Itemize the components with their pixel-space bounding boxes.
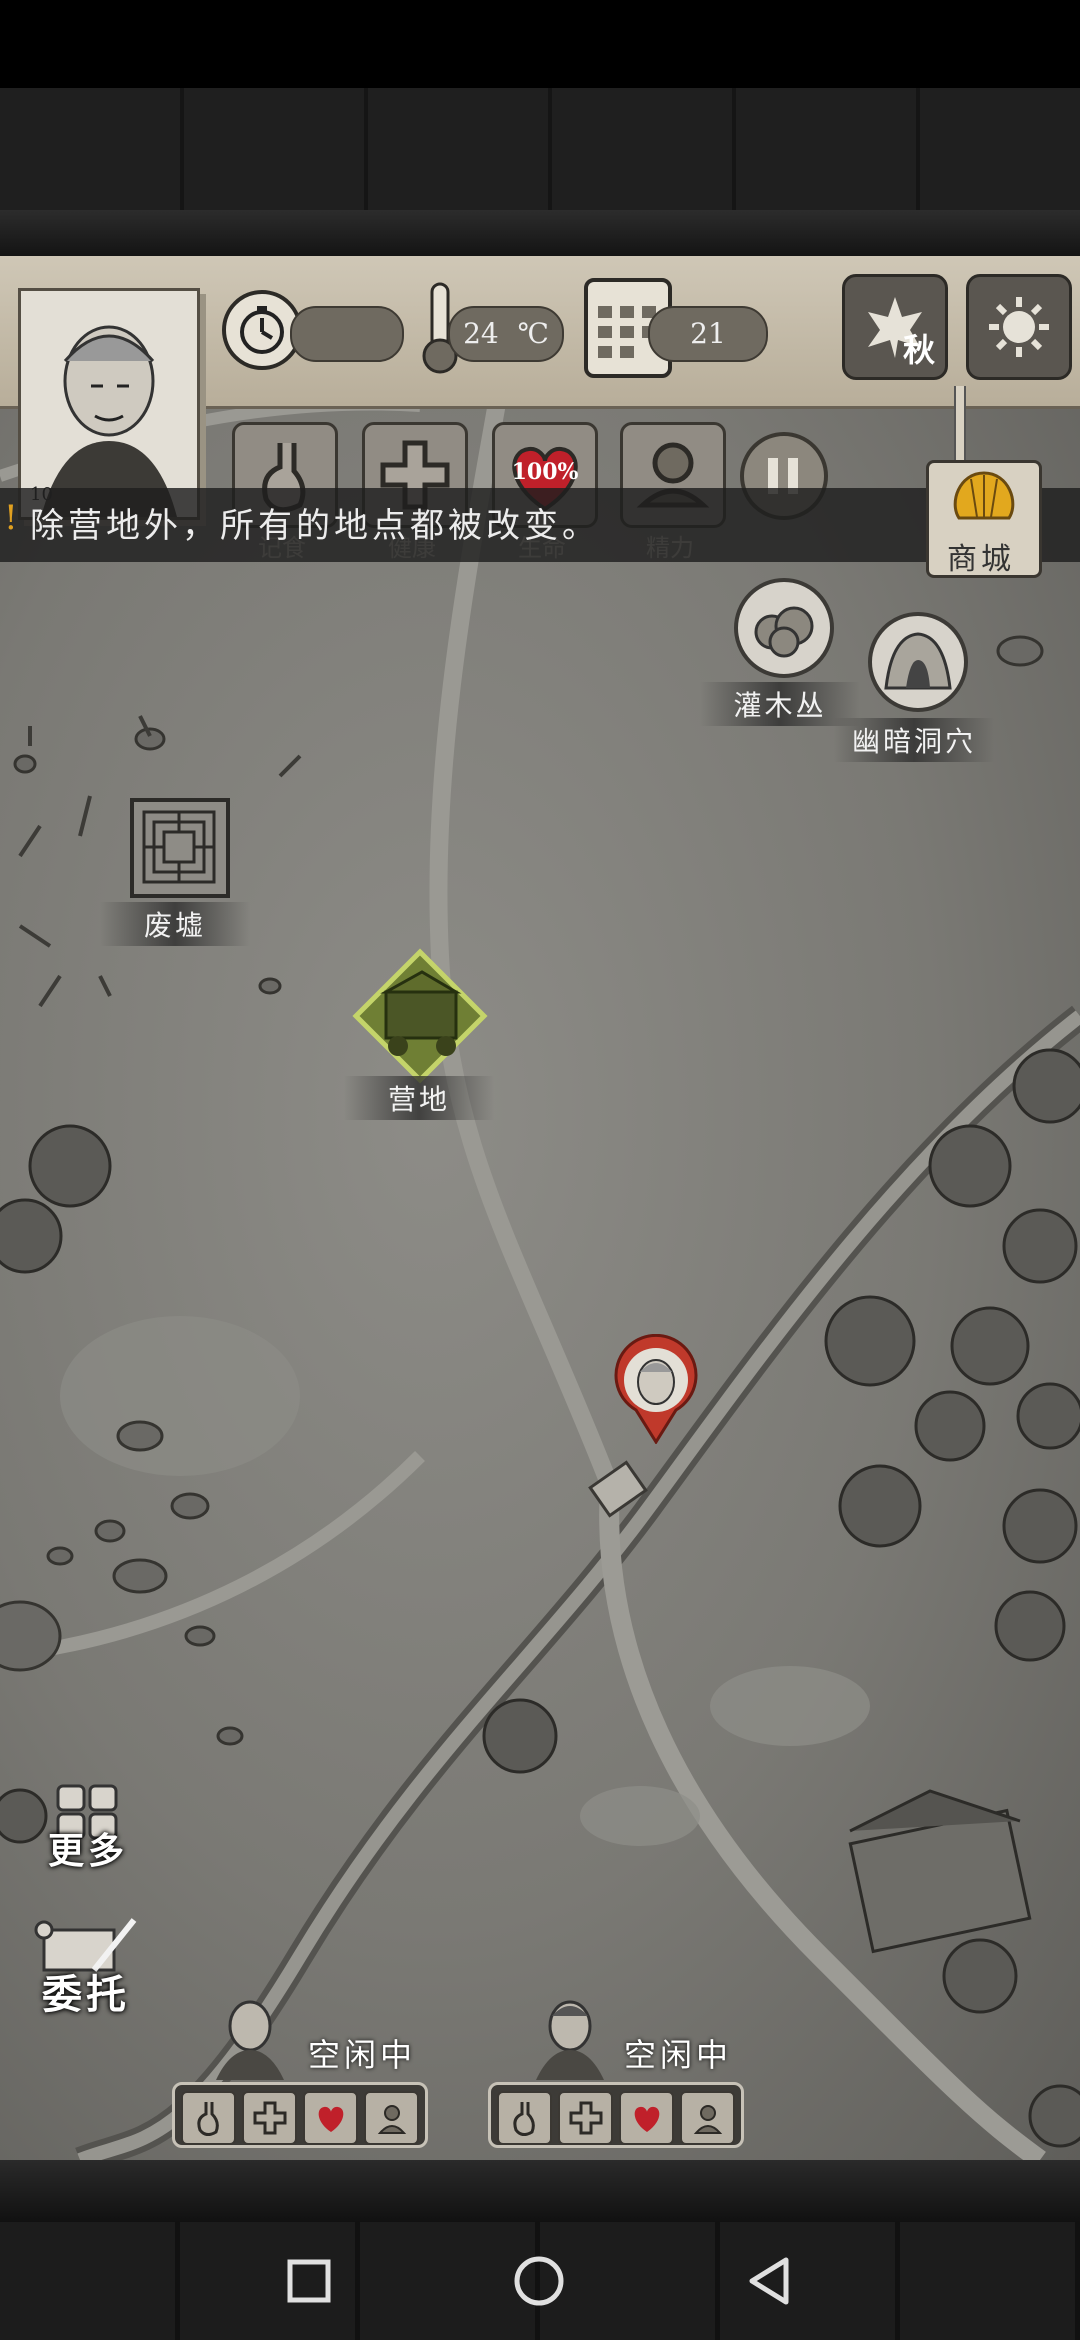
sun-gear-icon [989,297,1049,357]
location-cave-label: 幽暗洞穴 [834,718,994,762]
status-bar [0,0,1080,88]
player-location-marker[interactable] [610,1333,702,1445]
back-triangle-icon [749,2257,789,2305]
commission-label[interactable]: 委托 [42,1962,130,2020]
survivor-1-stomach-icon [181,2091,236,2145]
temperature-unit: ℃ [517,317,549,350]
cave-icon [884,632,952,690]
recent-apps-button[interactable] [274,2246,344,2316]
season-label: 秋 [902,331,935,369]
shop-label: 商城 [947,542,1015,577]
location-ruins[interactable] [130,798,230,898]
event-message-text: 除营地外，所有的地点都被改变。 [30,506,600,546]
location-ruins-label: 废墟 [100,902,250,946]
location-bushes[interactable] [734,578,834,678]
wooden-frame-top [0,88,1080,210]
day-count: 21 [690,317,726,350]
season-button[interactable]: 秋 [842,274,948,380]
survivor-1-status: 空闲中 [308,2036,417,2074]
survivor-2-avatar[interactable] [520,1990,620,2080]
survivor-2-stomach-icon [497,2091,552,2145]
temperature-pill: 24 ℃ [448,306,564,362]
survivor-2-status: 空闲中 [624,2036,733,2074]
survivor-2-person-icon [680,2091,735,2145]
shop-rope [954,386,966,466]
more-label[interactable]: 更多 [48,1822,128,1874]
survivor-1-avatar[interactable] [200,1990,300,2080]
day-count-pill: 21 [648,306,768,362]
settings-button[interactable] [966,274,1072,380]
location-camp[interactable] [346,942,494,1090]
back-button[interactable] [734,2246,804,2316]
survivor-1-cross-icon [242,2091,297,2145]
life-value: 100% [511,459,579,485]
survivor-1-person-icon [364,2091,419,2145]
bushes-icon [754,606,814,658]
survivor-2-cross-icon [558,2091,613,2145]
circle-icon [514,2256,564,2306]
time-progress-pill [290,306,404,362]
survivor-1-stat-bar[interactable] [172,2082,428,2148]
wooden-frame-rail [0,210,1080,256]
shell-icon [953,471,1015,520]
square-icon [287,2259,331,2303]
location-camp-label: 营地 [344,1076,494,1120]
survivor-2-stat-bar[interactable] [488,2082,744,2148]
location-cave[interactable] [868,612,968,712]
survivor-2-heart-icon [619,2091,674,2145]
ruins-icon [142,810,216,884]
survivor-1-heart-icon [303,2091,358,2145]
wooden-frame-bottom [0,2160,1080,2222]
temperature-value: 24 [463,317,499,350]
banner-alert-mark: ! [4,498,18,538]
camp-icon [352,948,488,1084]
player-pin-icon [614,1333,698,1445]
home-button[interactable] [504,2246,574,2316]
